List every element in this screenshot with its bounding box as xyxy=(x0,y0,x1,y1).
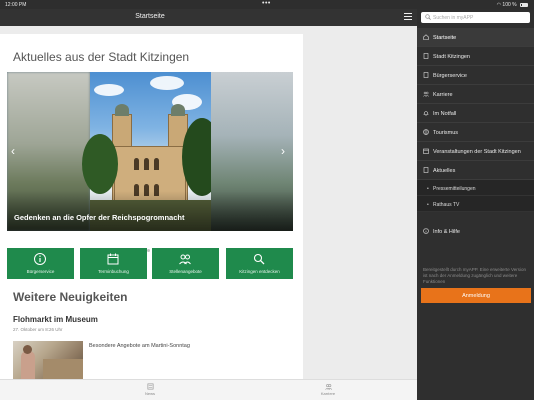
sidebar-item-veranstaltungen[interactable]: Veranstaltungen der Stadt Kitzingen xyxy=(417,142,534,161)
nav-bar: Startseite xyxy=(0,9,417,26)
news-item-thumbnail[interactable] xyxy=(13,341,83,379)
multitask-dots[interactable]: ••• xyxy=(262,0,271,7)
tab-label: News xyxy=(144,391,155,396)
info-icon xyxy=(423,228,429,234)
hamburger-menu-icon[interactable] xyxy=(404,13,412,21)
tile-stellenangebote[interactable]: Stellenangebote xyxy=(152,248,219,279)
page-title: Startseite xyxy=(135,13,165,20)
news-icon xyxy=(147,383,153,390)
sidebar-item-startseite[interactable]: Startseite xyxy=(417,28,534,47)
sidebar-subitem-rathaus-tv[interactable]: • Rathaus TV xyxy=(417,196,534,212)
globe-icon xyxy=(423,129,429,135)
wifi-icon: ◠ xyxy=(496,2,502,8)
main-content: Aktuelles aus der Stadt Kitzingen Gedenk… xyxy=(0,34,303,379)
sidebar-item-buergerservice[interactable]: Bürgerservice xyxy=(417,66,534,85)
sidebar-item-label: Aktuelles xyxy=(433,168,456,174)
sidebar-menu: Startseite Stadt Kitzingen Bürgerservice… xyxy=(417,9,534,400)
battery-percent: 100 % xyxy=(502,2,517,8)
status-right: ◠ 100 % xyxy=(497,2,528,8)
sidebar-subitem-label: Pressemitteilungen xyxy=(433,186,476,192)
sidebar-item-label: Bürgerservice xyxy=(433,73,467,79)
sidebar-subitem-pressemitteilungen[interactable]: • Pressemitteilungen xyxy=(417,180,534,196)
status-time: 12:00 PM xyxy=(5,2,27,8)
search-input[interactable] xyxy=(433,14,525,21)
sidebar-subitem-label: Rathaus TV xyxy=(433,202,460,208)
tile-label: Stellenangebote xyxy=(169,269,202,274)
sidebar-item-label: Startseite xyxy=(433,35,457,41)
login-button[interactable]: Anmeldung xyxy=(421,288,531,303)
sidebar-item-info-hilfe[interactable]: Info & Hilfe xyxy=(417,222,534,241)
document-icon xyxy=(423,167,429,173)
quick-links: Bürgerservice Terminbuchung Stellenangeb… xyxy=(7,248,293,279)
search-icon xyxy=(425,14,431,20)
news-item-teaser[interactable]: Besondere Angebote am Martini-Sonntag xyxy=(89,343,190,349)
chevron-left-icon[interactable]: ‹ xyxy=(11,144,15,158)
sidebar-item-label: Tourismus xyxy=(433,130,459,136)
tile-kitzingen-entdecken[interactable]: Kitzingen entdecken xyxy=(226,248,293,279)
home-icon xyxy=(423,34,429,40)
tile-label: Bürgerservice xyxy=(26,269,55,274)
sidebar-item-label: Im Notfall xyxy=(433,111,457,117)
sidebar-item-aktuelles[interactable]: Aktuelles xyxy=(417,161,534,180)
document-icon xyxy=(423,72,429,78)
calendar-icon xyxy=(423,148,429,154)
calendar-icon xyxy=(107,253,119,265)
sidebar-item-label: Karriere xyxy=(433,92,453,98)
tab-news[interactable]: News xyxy=(135,383,165,396)
tile-terminbuchung[interactable]: Terminbuchung xyxy=(80,248,147,279)
sidebar-item-stadt-kitzingen[interactable]: Stadt Kitzingen xyxy=(417,47,534,66)
sidebar-item-karriere[interactable]: Karriere xyxy=(417,85,534,104)
sidebar-item-tourismus[interactable]: Tourismus xyxy=(417,123,534,142)
sidebar-search[interactable] xyxy=(421,12,530,23)
info-icon xyxy=(34,253,46,265)
news-slider[interactable]: Gedenken an die Opfer der Reichspogromna… xyxy=(7,72,293,231)
slide-caption[interactable]: Gedenken an die Opfer der Reichspogromna… xyxy=(14,213,184,222)
bell-icon xyxy=(423,110,429,116)
section-title: Aktuelles aus der Stadt Kitzingen xyxy=(13,50,190,64)
status-bar: 12:00 PM ••• ◠ 100 % xyxy=(0,0,534,9)
people-icon xyxy=(324,384,332,390)
bullet-icon: • xyxy=(427,202,429,208)
battery-icon xyxy=(520,2,528,7)
document-icon xyxy=(423,53,429,59)
tab-bar: News Karriere xyxy=(0,379,417,400)
tile-label: Terminbuchung xyxy=(98,269,129,274)
tile-buergerservice[interactable]: Bürgerservice xyxy=(7,248,74,279)
sidebar-item-label: Info & Hilfe xyxy=(433,229,460,235)
bullet-icon: • xyxy=(427,186,429,192)
people-icon xyxy=(179,254,191,265)
sidebar-item-label: Stadt Kitzingen xyxy=(433,54,470,60)
news-item-title[interactable]: Flohmarkt im Museum xyxy=(13,315,98,324)
tab-label: Karriere xyxy=(320,391,336,396)
tab-karriere[interactable]: Karriere xyxy=(313,383,343,396)
chevron-right-icon[interactable]: › xyxy=(281,144,285,158)
people-icon xyxy=(423,91,429,97)
search-icon xyxy=(253,253,265,265)
sidebar-item-label: Veranstaltungen der Stadt Kitzingen xyxy=(433,149,521,155)
sidebar-item-im-notfall[interactable]: Im Notfall xyxy=(417,104,534,123)
more-news-title: Weitere Neuigkeiten xyxy=(13,290,128,304)
tile-label: Kitzingen entdecken xyxy=(239,269,280,274)
login-note: Bereitgestellt durch myAPP. Eine erweite… xyxy=(423,267,526,284)
news-item-date: 27. Oktober um 8:26 Uhr xyxy=(13,327,63,332)
